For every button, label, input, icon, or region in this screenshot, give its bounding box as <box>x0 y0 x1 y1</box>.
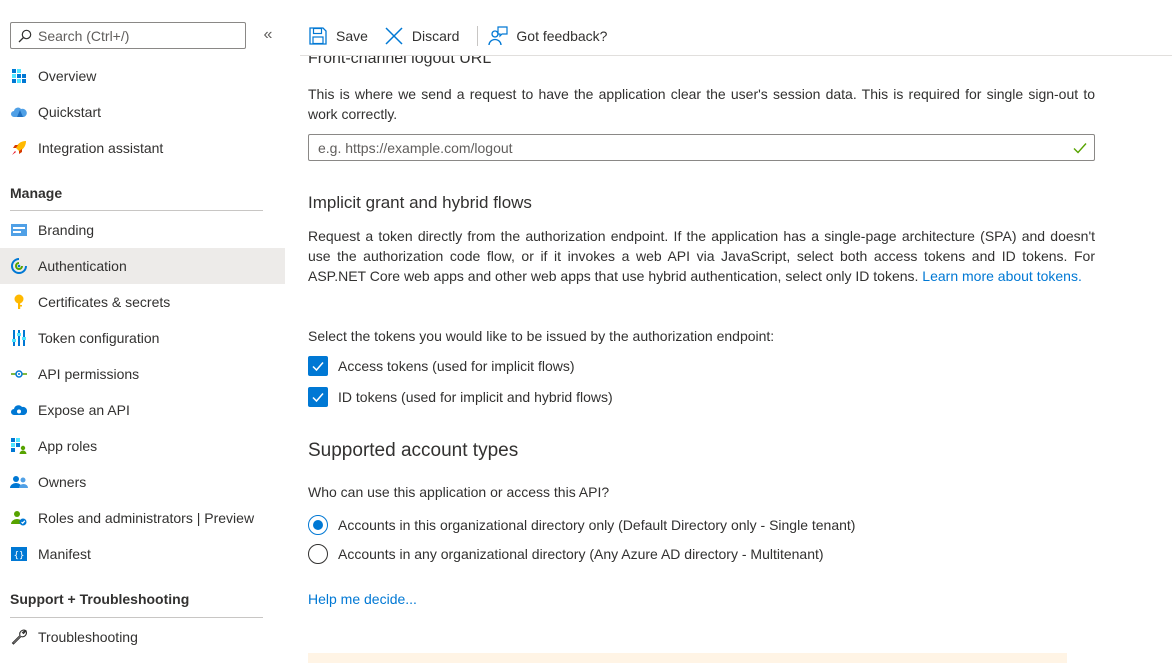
sidebar-item-owners[interactable]: Owners <box>0 464 285 500</box>
feedback-button[interactable]: Got feedback? <box>488 20 615 52</box>
token-config-icon <box>10 329 28 347</box>
single-tenant-label: Accounts in this organizational director… <box>338 517 856 533</box>
sidebar-item-token-configuration[interactable]: Token configuration <box>0 320 285 356</box>
multitenant-radio[interactable] <box>308 544 328 564</box>
account-types-heading: Supported account types <box>308 440 519 461</box>
sidebar-item-roles-administrators[interactable]: Roles and administrators | Preview <box>0 500 285 536</box>
id-tokens-label: ID tokens (used for implicit and hybrid … <box>338 389 613 405</box>
sidebar-item-label: Authentication <box>38 258 127 274</box>
sidebar-item-integration-assistant[interactable]: Integration assistant <box>0 130 285 166</box>
close-icon <box>384 26 404 46</box>
sidebar-item-app-roles[interactable]: App roles <box>0 428 285 464</box>
main-content: Front-channel logout URL This is where w… <box>308 56 1098 663</box>
api-permissions-icon <box>10 365 28 383</box>
sidebar-item-label: Certificates & secrets <box>38 294 171 310</box>
sidebar-item-label: Branding <box>38 222 95 238</box>
sidebar-item-label: Troubleshooting <box>38 629 138 645</box>
quickstart-icon <box>10 103 28 121</box>
sidebar-item-label: Owners <box>38 474 87 490</box>
sidebar-item-label: Token configuration <box>38 330 160 346</box>
support-heading: Support + Troubleshooting <box>10 591 190 607</box>
discard-label: Discard <box>411 28 460 44</box>
save-icon <box>308 26 328 46</box>
sidebar-item-api-permissions[interactable]: API permissions <box>0 356 285 392</box>
divider <box>10 210 263 211</box>
search-icon <box>17 28 33 44</box>
branding-icon <box>10 221 28 239</box>
help-me-decide-link[interactable]: Help me decide... <box>308 591 417 607</box>
command-bar: Save Discard Got feedback? <box>308 20 615 52</box>
roles-admin-icon <box>10 509 28 527</box>
single-tenant-option[interactable]: Accounts in this organizational director… <box>308 515 855 535</box>
sidebar-item-manifest[interactable]: {} Manifest <box>0 536 285 572</box>
sidebar-item-troubleshooting[interactable]: Troubleshooting <box>0 619 285 655</box>
single-tenant-radio[interactable] <box>308 515 328 535</box>
divider <box>10 617 263 618</box>
id-tokens-checkbox[interactable] <box>308 387 328 407</box>
learn-more-tokens-link[interactable]: Learn more about tokens. <box>922 268 1082 284</box>
sidebar-item-authentication[interactable]: Authentication <box>0 248 285 284</box>
discard-button[interactable]: Discard <box>376 20 467 52</box>
logout-url-field[interactable] <box>308 134 1095 161</box>
logout-url-heading: Front-channel logout URL <box>308 56 492 67</box>
logout-url-input[interactable] <box>318 139 1058 156</box>
svg-text:{}: {} <box>14 551 25 561</box>
sidebar-item-label: App roles <box>38 438 98 454</box>
sidebar-item-branding[interactable]: Branding <box>0 212 285 248</box>
search-box[interactable] <box>10 22 246 49</box>
sidebar-item-expose-an-api[interactable]: Expose an API <box>0 392 285 428</box>
feedback-label: Got feedback? <box>516 28 608 44</box>
id-tokens-option[interactable]: ID tokens (used for implicit and hybrid … <box>308 387 613 407</box>
sidebar-item-certificates-secrets[interactable]: Certificates & secrets <box>0 284 285 320</box>
save-button[interactable]: Save <box>308 20 376 52</box>
multitenant-label: Accounts in any organizational directory… <box>338 546 824 562</box>
rocket-icon <box>10 139 28 157</box>
sidebar-item-label: API permissions <box>38 366 140 382</box>
sidebar: « Overview Quickstart Integration assist… <box>0 0 285 663</box>
warning-banner <box>308 653 1067 663</box>
account-types-prompt: Who can use this application or access t… <box>308 484 610 500</box>
sidebar-item-label: Quickstart <box>38 104 102 120</box>
tokens-prompt: Select the tokens you would like to be i… <box>308 328 775 344</box>
sidebar-item-label: Overview <box>38 68 97 84</box>
collapse-sidebar-button[interactable]: « <box>259 25 277 45</box>
multitenant-option[interactable]: Accounts in any organizational directory… <box>308 544 824 564</box>
sidebar-item-label: Integration assistant <box>38 140 164 156</box>
cloud-api-icon <box>10 401 28 419</box>
access-tokens-label: Access tokens (used for implicit flows) <box>338 358 575 374</box>
access-tokens-option[interactable]: Access tokens (used for implicit flows) <box>308 356 575 376</box>
key-icon <box>10 293 28 311</box>
implicit-grant-description: Request a token directly from the author… <box>308 226 1095 286</box>
search-input[interactable] <box>38 27 228 44</box>
radio-dot <box>313 520 323 530</box>
save-label: Save <box>336 28 368 44</box>
manage-heading: Manage <box>10 185 63 201</box>
owners-icon <box>10 473 28 491</box>
sidebar-item-label: Manifest <box>38 546 91 562</box>
app-roles-icon <box>10 437 28 455</box>
toolbar-separator <box>477 26 479 46</box>
sidebar-item-overview[interactable]: Overview <box>0 58 285 94</box>
sidebar-item-label: Expose an API <box>38 402 130 418</box>
authentication-icon <box>10 257 28 275</box>
access-tokens-checkbox[interactable] <box>308 356 328 376</box>
logout-url-description: This is where we send a request to have … <box>308 86 1095 122</box>
implicit-grant-heading: Implicit grant and hybrid flows <box>308 193 532 212</box>
overview-icon <box>10 67 28 85</box>
manifest-icon: {} <box>10 545 28 563</box>
sidebar-item-quickstart[interactable]: Quickstart <box>0 94 285 130</box>
sidebar-item-label: Roles and administrators | Preview <box>38 510 255 526</box>
valid-check-icon <box>1072 140 1088 156</box>
wrench-icon <box>10 628 28 646</box>
feedback-icon <box>488 26 508 46</box>
